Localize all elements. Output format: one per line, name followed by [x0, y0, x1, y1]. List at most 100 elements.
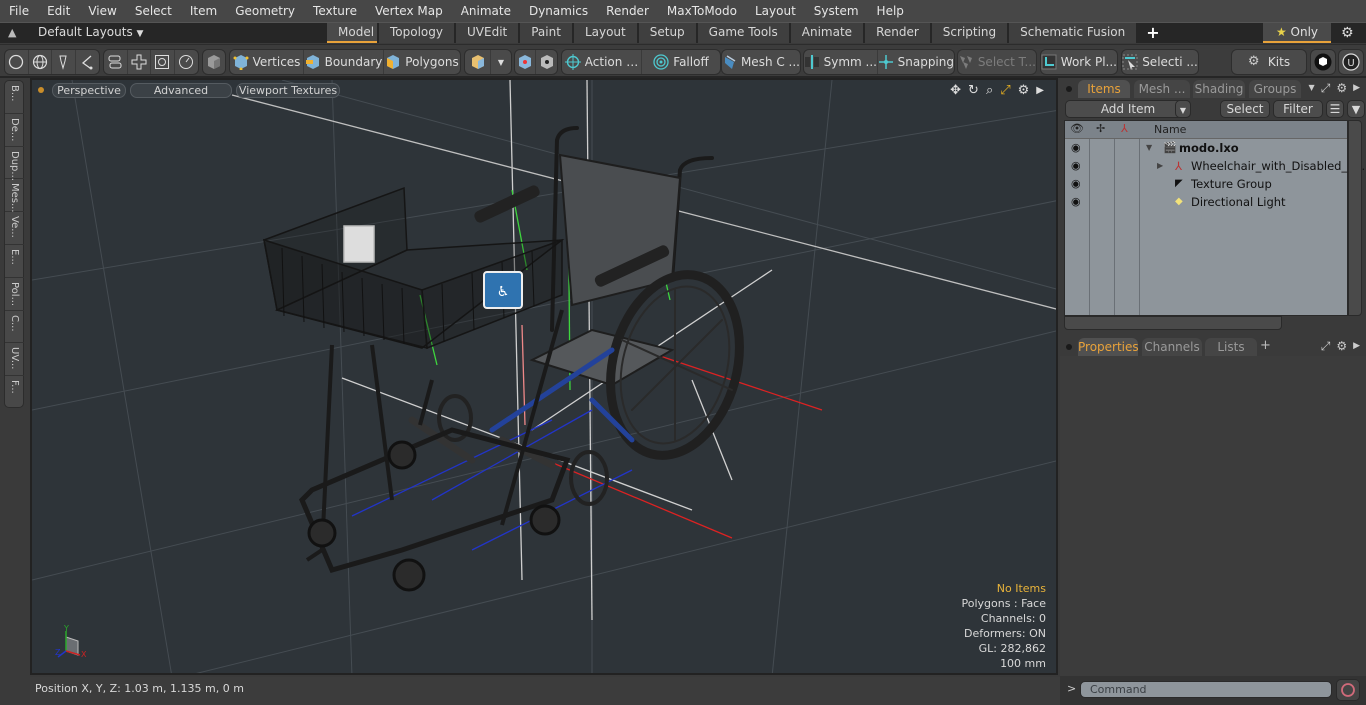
only-toggle[interactable]: ★ Only: [1263, 23, 1331, 43]
panel-indicator-dot[interactable]: [1066, 344, 1072, 350]
tab-channels[interactable]: Channels: [1142, 338, 1202, 356]
record-macro-button[interactable]: [1336, 679, 1360, 701]
vtab-edge[interactable]: E...: [5, 245, 24, 278]
tabs-dropdown-icon[interactable]: ▼: [1309, 81, 1315, 96]
menu-edit[interactable]: Edit: [38, 0, 79, 22]
symmetry-button[interactable]: Symm ...: [804, 50, 878, 74]
tab-shading[interactable]: Shading: [1193, 80, 1245, 98]
select-through-button[interactable]: Select T...: [958, 50, 1036, 74]
tab-topology[interactable]: Topology: [379, 23, 456, 43]
polygons-mode-button[interactable]: Polygons: [384, 50, 460, 74]
bend-tool-button[interactable]: [104, 50, 128, 74]
tree-row-texture-group[interactable]: ◉ ◤ Texture Group: [1065, 175, 1347, 193]
panel-expand-icon[interactable]: ▶: [1353, 339, 1360, 354]
snapping-button[interactable]: Snapping: [878, 50, 954, 74]
viewport-indicator-dot[interactable]: [38, 87, 44, 93]
visibility-eye-icon[interactable]: ◉: [1071, 139, 1081, 157]
viewport-gear-icon[interactable]: ⚙: [1018, 83, 1030, 98]
unity-button[interactable]: [1311, 50, 1335, 74]
gear-icon[interactable]: ⚙: [1341, 25, 1354, 41]
visibility-column-eye-icon[interactable]: 👁: [1070, 122, 1084, 135]
tree-row-light[interactable]: ◉ ◆ Directional Light: [1065, 193, 1347, 211]
funnel-filter-button[interactable]: ▼: [1347, 100, 1365, 118]
default-layouts-dropdown[interactable]: Default Layouts ▼: [38, 25, 143, 39]
viewport-textures-dropdown[interactable]: Viewport Textures: [236, 83, 340, 98]
pivot-button[interactable]: [536, 50, 557, 74]
menu-file[interactable]: File: [0, 0, 38, 22]
menu-render[interactable]: Render: [597, 0, 658, 22]
menu-select[interactable]: Select: [126, 0, 181, 22]
select-button[interactable]: Select: [1220, 100, 1270, 118]
tab-game-tools[interactable]: Game Tools: [697, 23, 791, 43]
action-center-button[interactable]: Action …: [562, 50, 642, 74]
vtab-deform[interactable]: De...: [5, 114, 24, 147]
collapse-triangle-icon[interactable]: ▼: [1146, 139, 1152, 157]
add-panel-tab-button[interactable]: +: [1260, 338, 1271, 353]
viewport-scene[interactable]: ♿: [32, 80, 1058, 675]
material-mode-button[interactable]: [465, 50, 491, 74]
selection-sets-button[interactable]: Selecti ...: [1122, 50, 1198, 74]
item-list-tree[interactable]: 👁 ✢ ⅄ Name ◉ ▼ 🎬 modo.lxo ◉ ▶ ⅄ Wheelcha…: [1064, 120, 1366, 316]
box-circle-tool-button[interactable]: [151, 50, 175, 74]
add-item-button[interactable]: Add Item: [1065, 100, 1191, 118]
item-list-hscrollbar[interactable]: [1064, 316, 1282, 330]
tab-lists[interactable]: Lists: [1205, 338, 1257, 356]
3d-viewport[interactable]: ♿ Perspective Advanced Viewport Textures…: [30, 78, 1058, 675]
tree-row-mesh[interactable]: ◉ ▶ ⅄ Wheelchair_with_Disabled_P ...: [1065, 157, 1366, 175]
vtab-curve[interactable]: C...: [5, 311, 24, 344]
panel-expand-icon[interactable]: ▶: [1353, 81, 1360, 96]
tab-schematic-fusion[interactable]: Schematic Fusion: [1009, 23, 1139, 43]
visibility-eye-icon[interactable]: ◉: [1071, 157, 1081, 175]
tab-model[interactable]: Model: [327, 23, 379, 43]
view-mode-dropdown[interactable]: Perspective: [52, 83, 126, 98]
tab-scripting[interactable]: Scripting: [931, 23, 1010, 43]
globe-tool-button[interactable]: [29, 50, 52, 74]
menu-view[interactable]: View: [79, 0, 125, 22]
tab-layout[interactable]: Layout: [573, 23, 639, 43]
center-pivot-button[interactable]: [515, 50, 537, 74]
zoom-magnifier-icon[interactable]: ⌕: [986, 83, 993, 98]
expand-triangle-icon[interactable]: ▶: [1157, 157, 1163, 175]
vtab-fusion[interactable]: F...: [5, 376, 24, 409]
tab-paint[interactable]: Paint: [520, 23, 574, 43]
tab-items[interactable]: Items: [1078, 80, 1130, 98]
pen-tool-button[interactable]: [52, 50, 76, 74]
curve-tool-button[interactable]: [76, 50, 99, 74]
menu-dynamics[interactable]: Dynamics: [520, 0, 597, 22]
falloff-button[interactable]: Falloff: [642, 50, 720, 74]
maximize-panel-icon[interactable]: ⤢: [1321, 339, 1331, 354]
menu-system[interactable]: System: [805, 0, 868, 22]
mode-dropdown-button[interactable]: ▼: [491, 50, 511, 74]
filter-button[interactable]: Filter: [1273, 100, 1323, 118]
lock-column-icon[interactable]: ✢: [1096, 122, 1105, 135]
panel-gear-icon[interactable]: ⚙: [1336, 81, 1347, 96]
item-mode-button[interactable]: [203, 50, 225, 74]
collapse-up-icon[interactable]: ▲: [8, 26, 16, 39]
menu-animate[interactable]: Animate: [452, 0, 520, 22]
vtab-basic[interactable]: B...: [5, 81, 24, 114]
tab-setup[interactable]: Setup: [638, 23, 698, 43]
add-layout-tab-button[interactable]: +: [1138, 23, 1167, 43]
work-plane-button[interactable]: Work Pl...: [1041, 50, 1117, 74]
menu-help[interactable]: Help: [868, 0, 913, 22]
tab-groups[interactable]: Groups: [1249, 80, 1301, 98]
add-item-dropdown[interactable]: ▼: [1175, 100, 1191, 118]
menu-texture[interactable]: Texture: [304, 0, 366, 22]
rotate-icon[interactable]: ↻: [968, 83, 979, 98]
pan-arrows-icon[interactable]: ✥: [950, 83, 961, 98]
visibility-eye-icon[interactable]: ◉: [1071, 193, 1081, 211]
item-list-vscrollbar[interactable]: [1348, 120, 1362, 316]
list-options-button[interactable]: ☰: [1326, 100, 1344, 118]
vertices-mode-button[interactable]: Vertices: [230, 50, 304, 74]
vtab-mesh-edit[interactable]: Mes...: [5, 179, 24, 213]
shading-mode-dropdown[interactable]: Advanced: [130, 83, 232, 98]
mesh-constraint-button[interactable]: Mesh C ...: [722, 50, 800, 74]
tab-mesh[interactable]: Mesh ...: [1134, 80, 1190, 98]
menu-layout[interactable]: Layout: [746, 0, 805, 22]
menu-maxtomodo[interactable]: MaxToModo: [658, 0, 746, 22]
vtab-duplicate[interactable]: Dup...: [5, 147, 24, 181]
type-column-axes-icon[interactable]: ⅄: [1121, 122, 1128, 135]
vtab-vertex[interactable]: Ve...: [5, 212, 24, 245]
visibility-eye-icon[interactable]: ◉: [1071, 175, 1081, 193]
sphere-tool-button[interactable]: [5, 50, 29, 74]
